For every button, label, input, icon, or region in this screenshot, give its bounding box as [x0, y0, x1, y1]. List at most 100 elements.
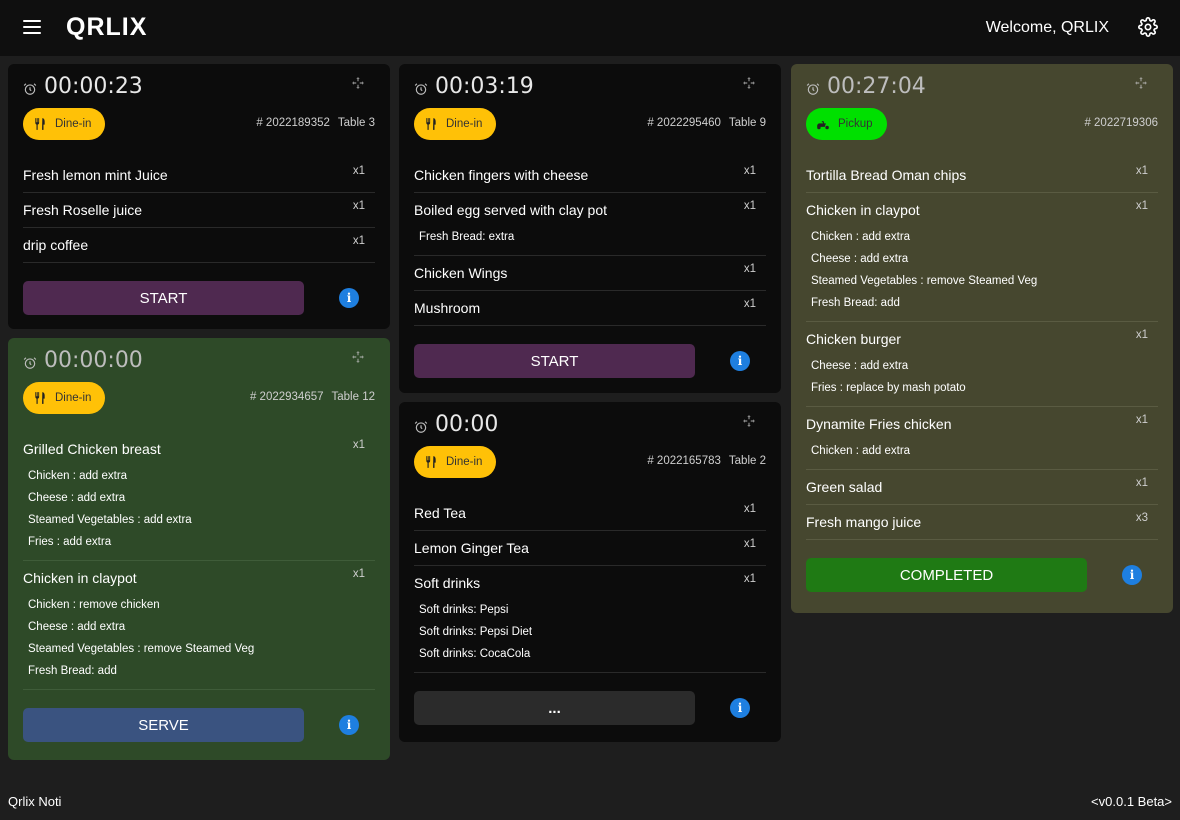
- order-card: 00:03:19 Dine-in # 2022295460 Table 9 Chicke…: [399, 64, 781, 393]
- item-modifiers: Chicken : add extra Cheese : add extra Ste…: [23, 459, 375, 553]
- item-quantity: x1: [352, 235, 365, 247]
- completed-button[interactable]: COMPLETED: [806, 558, 1087, 592]
- order-type-label: Dine-in: [55, 392, 92, 404]
- info-icon[interactable]: i: [339, 288, 359, 308]
- start-button[interactable]: START: [414, 344, 695, 378]
- item-quantity: x1: [352, 439, 365, 451]
- action-row: COMPLETED i: [806, 558, 1158, 592]
- order-item: Red Tea x1: [414, 496, 766, 531]
- item-modifier: Steamed Vegetables : add extra: [28, 514, 192, 526]
- fork-knife-icon: [426, 118, 436, 130]
- item-quantity: x1: [743, 298, 756, 310]
- order-number: # 2022719306: [1084, 117, 1158, 129]
- item-quantity: x1: [743, 573, 756, 585]
- move-icon[interactable]: [742, 76, 756, 90]
- move-icon[interactable]: [1134, 76, 1148, 90]
- order-card: 00:00:23 Dine-in # 2022189352 Table 3 Fresh …: [8, 64, 390, 329]
- table-number: Table 12: [331, 391, 375, 403]
- item-quantity: x1: [352, 568, 365, 580]
- order-type-badge: Pickup: [806, 108, 887, 140]
- table-number: Table 9: [728, 117, 766, 129]
- order-number: # 2022165783: [647, 455, 721, 467]
- item-name: Grilled Chicken breast: [23, 441, 161, 457]
- item-name: Fresh lemon mint Juice: [23, 167, 168, 183]
- order-meta: Dine-in # 2022165783 Table 2: [414, 446, 766, 480]
- order-type-label: Dine-in: [446, 118, 483, 130]
- action-row: SERVE i: [23, 708, 375, 742]
- item-name: Tortilla Bread Oman chips: [806, 167, 967, 183]
- action-row: START i: [23, 281, 375, 315]
- order-card: 00:00 Dine-in # 2022165783 Table 2 Red Tea x1…: [399, 402, 781, 742]
- order-item: Fresh Roselle juice x1: [23, 193, 375, 228]
- serve-button[interactable]: SERVE: [23, 708, 304, 742]
- order-item: Soft drinks x1 Soft drinks: Pepsi Soft drin…: [414, 566, 766, 673]
- more-button[interactable]: ...: [414, 691, 695, 725]
- item-name: Lemon Ginger Tea: [414, 540, 529, 556]
- item-quantity: x1: [743, 200, 756, 212]
- order-type-badge: Dine-in: [414, 446, 497, 478]
- item-name: Fresh mango juice: [806, 514, 922, 530]
- item-modifier: Chicken : add extra: [28, 470, 128, 482]
- order-item: Tortilla Bread Oman chips x1: [806, 158, 1158, 193]
- order-timer: 00:27:04: [827, 74, 926, 99]
- item-name: Fresh Roselle juice: [23, 202, 143, 218]
- item-quantity: x1: [743, 538, 756, 550]
- hamburger-menu-icon[interactable]: [23, 20, 41, 34]
- item-quantity: x1: [743, 165, 756, 177]
- move-icon[interactable]: [351, 76, 365, 90]
- item-quantity: x1: [352, 200, 365, 212]
- order-info: # 2022165783 Table 2: [647, 455, 766, 467]
- item-name: drip coffee: [23, 237, 89, 253]
- start-button[interactable]: START: [23, 281, 304, 315]
- info-icon[interactable]: i: [339, 715, 359, 735]
- order-type-badge: Dine-in: [23, 108, 106, 140]
- item-name: Dynamite Fries chicken: [806, 416, 952, 432]
- move-icon[interactable]: [351, 350, 365, 364]
- info-icon[interactable]: i: [1122, 565, 1142, 585]
- item-modifiers: Chicken : remove chicken Cheese : add ext…: [23, 588, 375, 682]
- item-name: Green salad: [806, 479, 883, 495]
- order-number: # 2022189352: [256, 117, 330, 129]
- item-quantity: x3: [1135, 512, 1148, 524]
- item-name: Chicken in claypot: [806, 202, 920, 218]
- alarm-clock-icon: [23, 83, 37, 95]
- fork-knife-icon: [35, 118, 45, 130]
- item-quantity: x1: [1135, 200, 1148, 212]
- order-item: drip coffee x1: [23, 228, 375, 263]
- item-modifiers: Chicken : add extra Cheese : add extra Ste…: [806, 220, 1158, 314]
- welcome-text: Welcome, QRLIX: [985, 19, 1109, 36]
- order-type-label: Pickup: [838, 118, 873, 130]
- info-icon[interactable]: i: [730, 698, 750, 718]
- order-meta: Pickup # 2022719306: [806, 108, 1158, 142]
- order-type-badge: Dine-in: [23, 382, 106, 414]
- item-modifier: Fries : replace by mash potato: [811, 382, 966, 394]
- order-meta: Dine-in # 2022189352 Table 3: [23, 108, 375, 142]
- item-modifier: Soft drinks: Pepsi: [419, 604, 509, 616]
- order-timer: 00:03:19: [435, 74, 534, 99]
- timer-row: 00:03:19: [414, 70, 766, 108]
- order-item: Mushroom x1: [414, 291, 766, 326]
- action-row: START i: [414, 344, 766, 378]
- move-icon[interactable]: [742, 414, 756, 428]
- timer-row: 00:27:04: [806, 70, 1158, 108]
- item-name: Boiled egg served with clay pot: [414, 202, 607, 218]
- order-item: Boiled egg served with clay pot x1 Fresh B…: [414, 193, 766, 256]
- order-type-label: Dine-in: [55, 118, 92, 130]
- item-modifier: Cheese : add extra: [28, 621, 126, 633]
- order-timer: 00:00:00: [44, 348, 143, 373]
- item-quantity: x1: [1135, 477, 1148, 489]
- item-name: Chicken in claypot: [23, 570, 137, 586]
- item-modifier: Fresh Bread: add: [811, 297, 900, 309]
- order-timer: 00:00: [435, 412, 499, 437]
- item-name: Soft drinks: [414, 575, 481, 591]
- timer-row: 00:00:23: [23, 70, 375, 108]
- item-quantity: x1: [743, 263, 756, 275]
- alarm-clock-icon: [23, 357, 37, 369]
- order-item: Chicken fingers with cheese x1: [414, 158, 766, 193]
- order-meta: Dine-in # 2022934657 Table 12: [23, 382, 375, 416]
- order-number: # 2022934657: [249, 391, 324, 403]
- table-number: Table 2: [728, 455, 766, 467]
- order-item: Grilled Chicken breast x1 Chicken : add ex…: [23, 432, 375, 561]
- info-icon[interactable]: i: [730, 351, 750, 371]
- gear-icon[interactable]: [1138, 17, 1158, 37]
